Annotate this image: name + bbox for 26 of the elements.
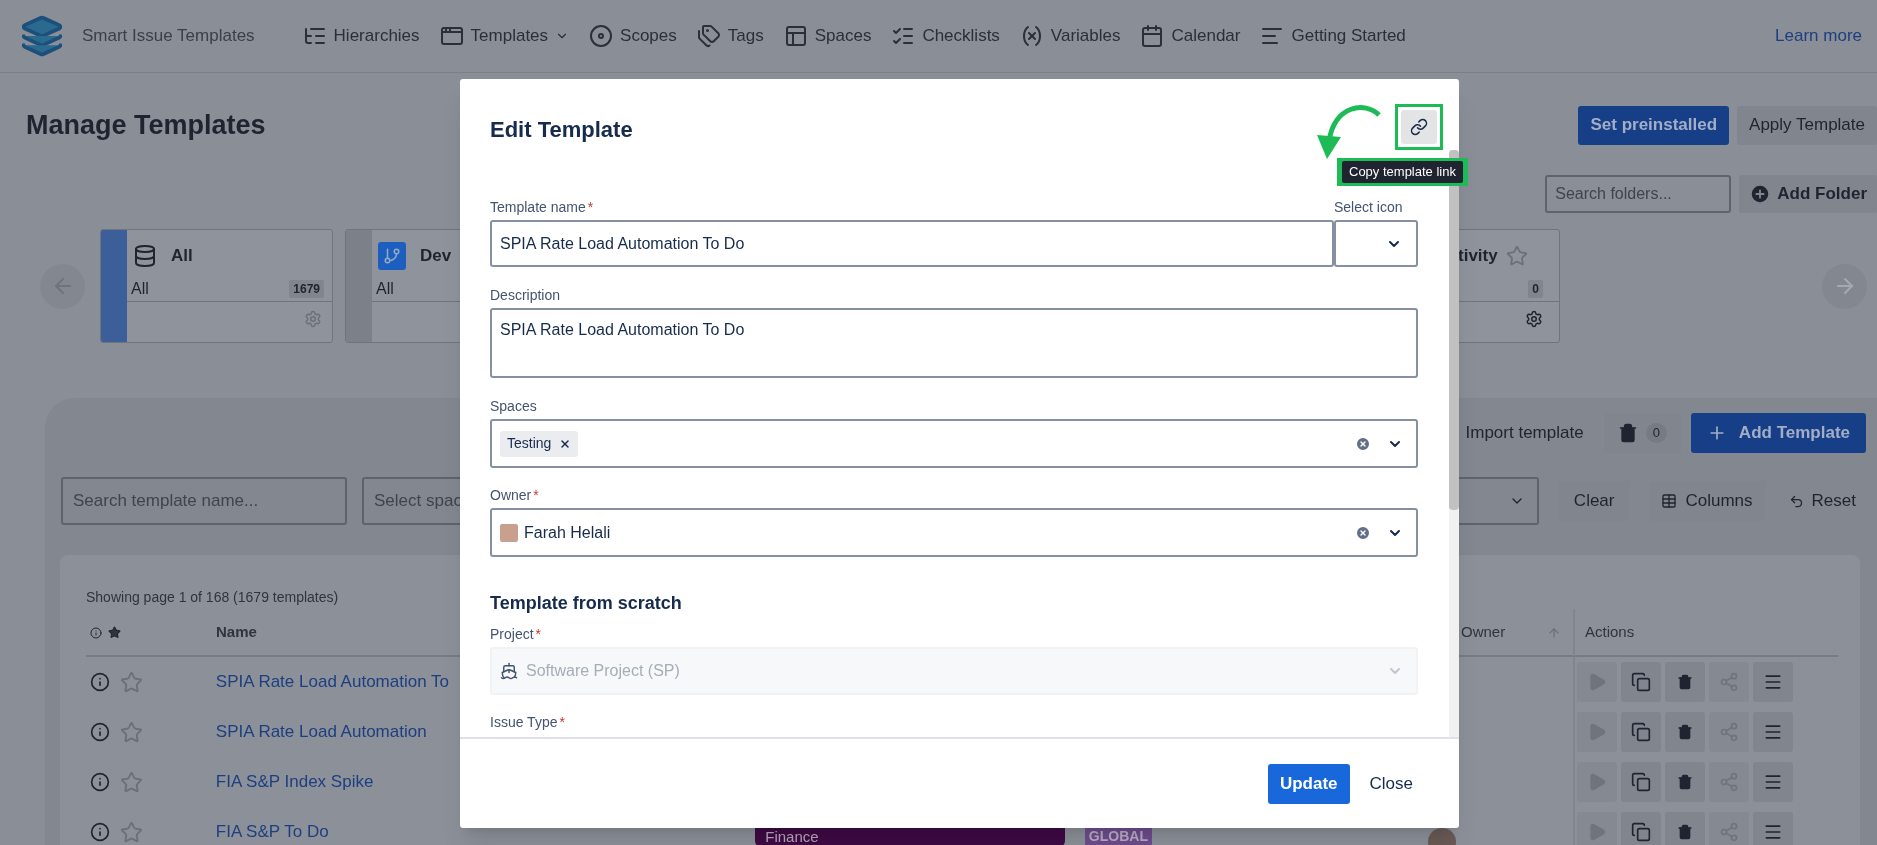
field-label: Description (490, 285, 561, 305)
required-mark: * (535, 624, 542, 644)
field-label: Select icon (1334, 197, 1403, 217)
count-badge: 0 (1528, 279, 1543, 298)
count-badge: 1679 (289, 279, 324, 298)
folder-name: All (171, 245, 193, 268)
column-header: Actions (1585, 622, 1635, 643)
folder-name: tivity (1458, 245, 1498, 268)
page-title: Manage Templates (26, 108, 266, 142)
field-label: Owner (490, 485, 532, 505)
dialog-title: Edit Template (490, 115, 633, 144)
folder-filter: All (376, 278, 394, 299)
page-summary: Showing page 1 of 168 (1679 templates) (86, 588, 339, 606)
owner-name: Farah Helali (524, 522, 611, 543)
field-label: Spaces (490, 396, 537, 416)
folder-filter: All (131, 278, 149, 299)
field-label: Template name (490, 197, 586, 217)
tooltip-text: Copy template link (1342, 161, 1463, 183)
required-mark: * (559, 712, 565, 732)
required-mark: * (533, 485, 539, 505)
trash-count: 0 (1645, 423, 1667, 443)
folder-name: Dev (420, 245, 452, 268)
field-label: Issue Type (490, 712, 558, 732)
required-mark: * (587, 197, 594, 217)
section-title: Template from scratch (490, 592, 683, 614)
field-label: Project (490, 624, 534, 644)
